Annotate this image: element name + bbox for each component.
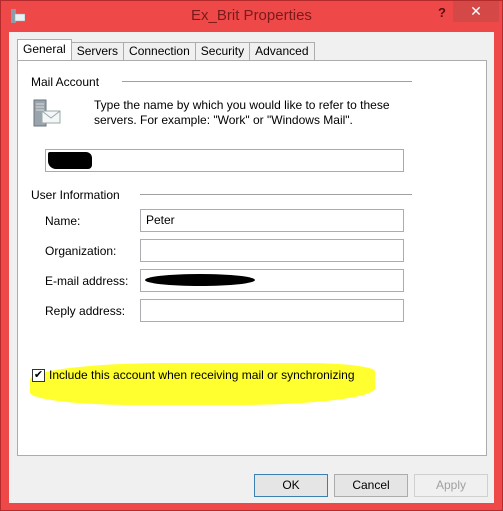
email-label: E-mail address: xyxy=(45,274,129,288)
email-input[interactable] xyxy=(140,269,404,292)
mail-account-group-label: Mail Account xyxy=(31,75,100,89)
redacted-account-name xyxy=(48,152,92,169)
ok-button[interactable]: OK xyxy=(254,474,328,497)
tab-advanced[interactable]: Advanced xyxy=(249,42,315,60)
include-account-label[interactable]: Include this account when receiving mail… xyxy=(49,368,355,382)
reply-address-label: Reply address: xyxy=(45,304,126,318)
window-title: Ex_Brit Properties xyxy=(191,7,312,24)
help-button[interactable]: ? xyxy=(431,3,453,23)
dialog-client: General Servers Connection Security Adva… xyxy=(9,32,494,503)
mail-server-icon xyxy=(32,98,62,128)
tab-security[interactable]: Security xyxy=(194,42,251,60)
tab-connection[interactable]: Connection xyxy=(123,42,196,60)
general-tab-panel: Mail Account Type the name by which you … xyxy=(17,60,487,456)
name-label: Name: xyxy=(45,214,81,228)
close-button[interactable]: ✕ xyxy=(453,1,499,22)
mail-account-description: Type the name by which you would like to… xyxy=(94,98,390,127)
include-account-row[interactable]: ✔ Include this account when receiving ma… xyxy=(32,368,355,382)
name-input[interactable]: Peter xyxy=(140,209,404,232)
apply-button[interactable]: Apply xyxy=(414,474,488,497)
user-information-divider xyxy=(140,194,412,195)
redacted-email xyxy=(145,274,255,286)
organization-input[interactable] xyxy=(140,239,404,262)
tab-general[interactable]: General xyxy=(17,39,72,60)
mail-account-divider xyxy=(122,81,412,82)
include-account-checkbox[interactable]: ✔ xyxy=(32,368,45,382)
user-information-group-label: User Information xyxy=(31,188,120,202)
title-bar[interactable]: Ex_Brit Properties ? ✕ xyxy=(1,1,502,31)
tab-strip: General Servers Connection Security Adva… xyxy=(17,39,315,60)
tab-servers[interactable]: Servers xyxy=(70,42,125,60)
cancel-button[interactable]: Cancel xyxy=(334,474,408,497)
properties-dialog: Ex_Brit Properties ? ✕ General Servers C… xyxy=(0,0,503,511)
organization-label: Organization: xyxy=(45,244,117,258)
reply-address-input[interactable] xyxy=(140,299,404,322)
account-name-input[interactable] xyxy=(45,149,404,172)
